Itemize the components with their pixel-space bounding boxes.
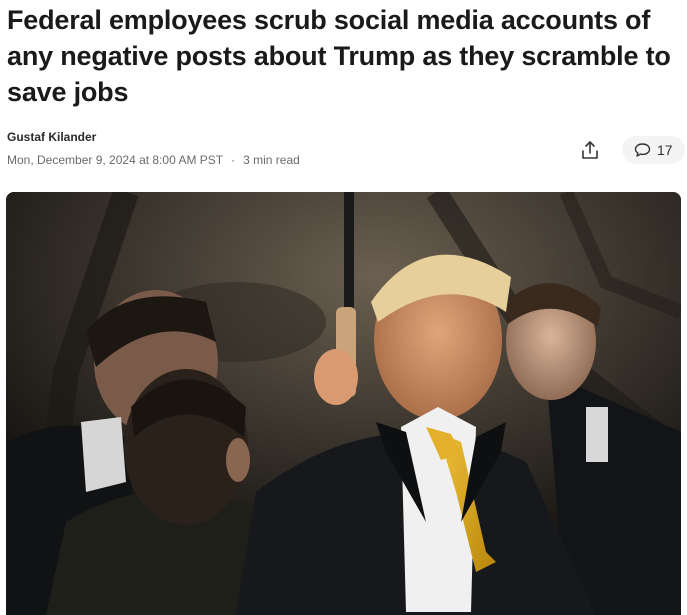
- hero-photo: [6, 192, 681, 615]
- meta-separator: ·: [231, 153, 236, 167]
- share-upload-icon: [582, 141, 598, 159]
- author-name[interactable]: Gustaf Kilander: [7, 130, 96, 144]
- speech-bubble-icon: [634, 143, 651, 157]
- share-button[interactable]: [574, 136, 606, 164]
- hero-image[interactable]: [6, 192, 681, 615]
- comments-button[interactable]: 17: [622, 136, 685, 164]
- publish-date: Mon, December 9, 2024 at 8:00 AM PST: [7, 153, 224, 167]
- article-meta: Mon, December 9, 2024 at 8:00 AM PST · 3…: [7, 153, 300, 167]
- comment-count: 17: [657, 142, 673, 158]
- article-headline: Federal employees scrub social media acc…: [7, 5, 671, 107]
- read-time: 3 min read: [243, 153, 300, 167]
